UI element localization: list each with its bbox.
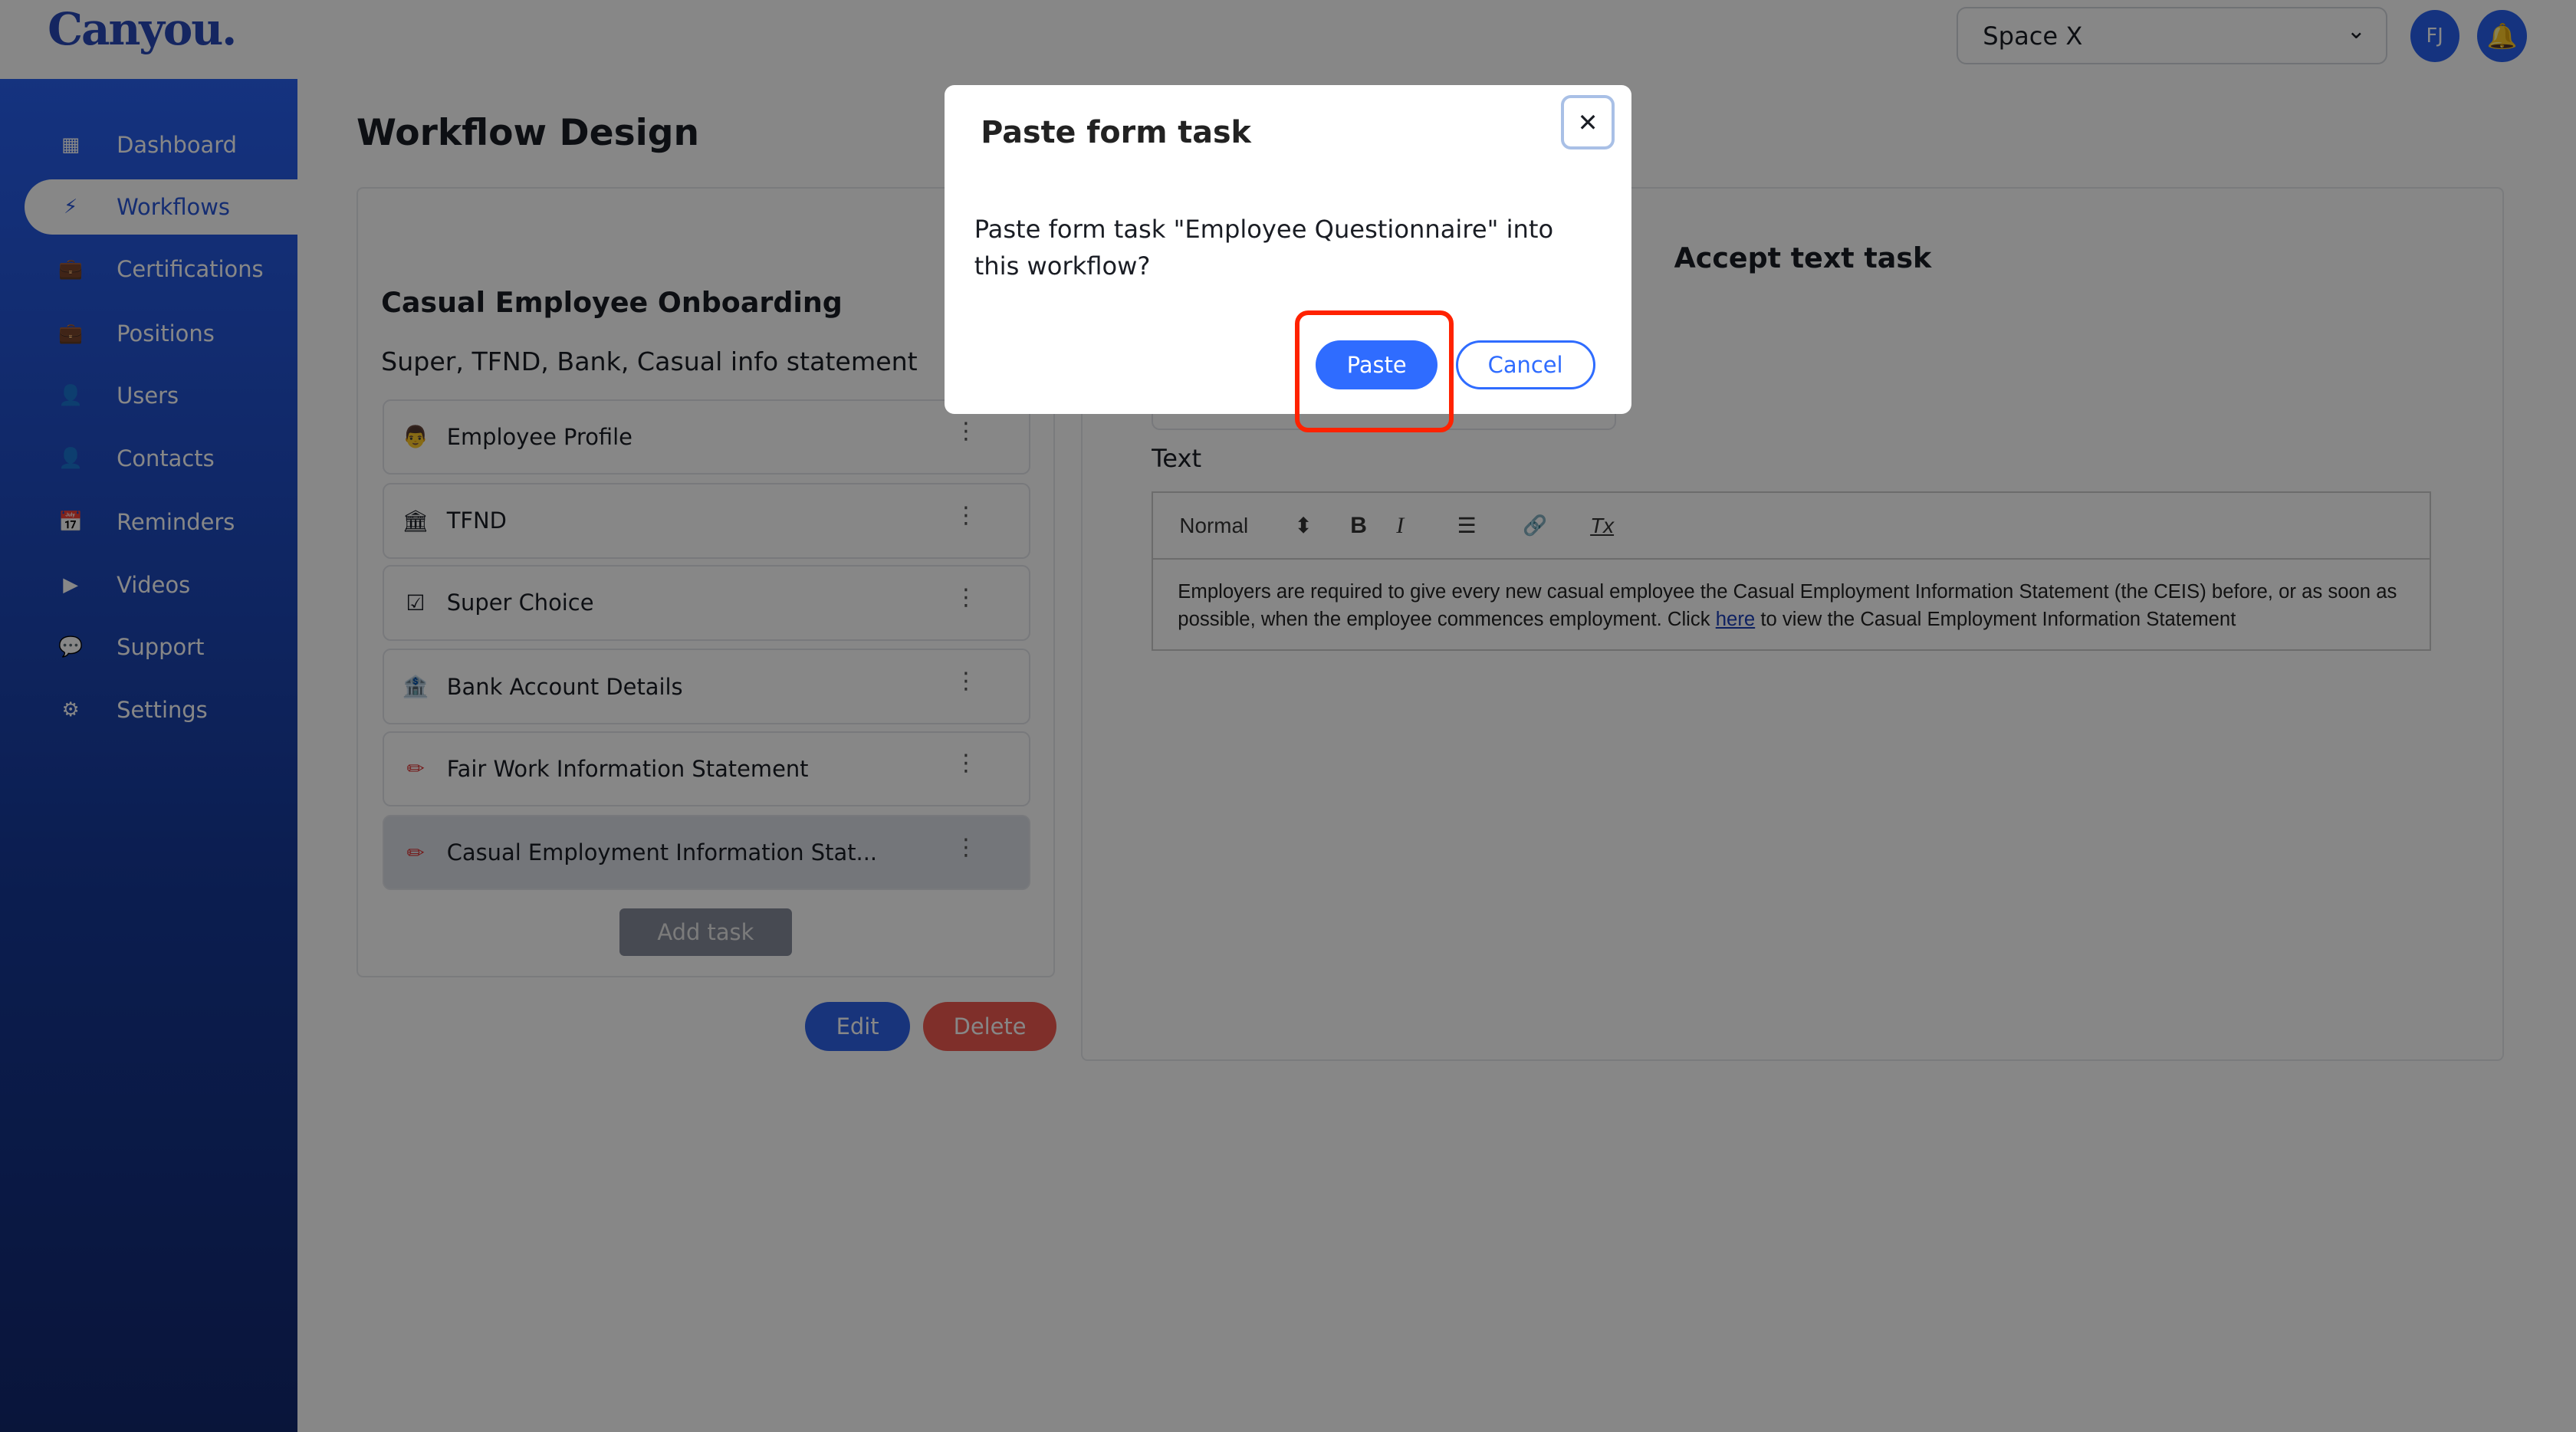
dialog-message: Paste form task "Employee Questionnaire"… <box>974 215 1554 281</box>
dialog-title: Paste form task <box>981 114 1251 150</box>
paste-dialog: Paste form task ✕ Paste form task "Emplo… <box>945 85 1631 414</box>
close-button[interactable]: ✕ <box>1560 95 1615 149</box>
app: Canyou. Space X ⌄ FJ 🔔 ▦ Dashboard ⚡ Workf… <box>0 0 2576 1432</box>
highlight-box <box>1294 310 1454 432</box>
cancel-button[interactable]: Cancel <box>1455 340 1595 389</box>
